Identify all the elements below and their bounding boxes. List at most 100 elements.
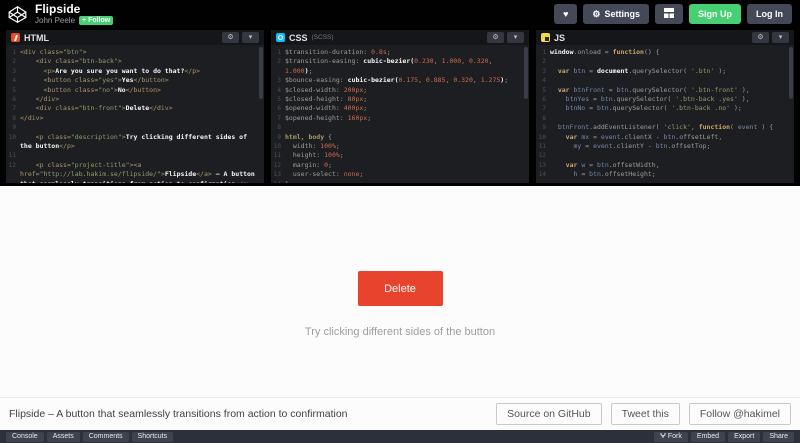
change-view-button[interactable] [655,4,683,24]
code-line[interactable]: 10 <p class="description">Try clicking d… [6,133,264,152]
love-button[interactable]: ♥ [554,4,577,24]
code-line[interactable]: 14 h = btn.offsetHeight; [536,170,794,179]
credits-bar: Flipside – A button that seamlessly tran… [0,397,800,430]
gear-icon: ⚙ [492,34,498,41]
line-number: 6 [6,95,20,104]
line-number: 4 [6,76,20,85]
code-line[interactable]: 10 var mx = event.clientX - btn.offsetLe… [536,133,794,142]
code-line[interactable]: 12 <p class="project-title"><a href="htt… [6,161,264,183]
code-line[interactable]: 2 [536,57,794,66]
code-line[interactable]: 11 my = event.clientY - btn.offsetTop; [536,142,794,151]
code-line[interactable]: 6 btnYes = btn.querySelector( '.btn-back… [536,95,794,104]
html-panel-icon [11,33,20,42]
code-line[interactable]: 1<div class="btn"> [6,48,264,57]
gear-icon: ⚙ [227,34,233,41]
result-preview: Delete Try clicking different sides of t… [0,186,800,430]
log-in-button[interactable]: Log In [747,4,792,24]
code-line[interactable]: 13 var w = btn.offsetWidth, [536,161,794,170]
css-settings-button[interactable]: ⚙ [487,32,504,43]
sign-up-button[interactable]: Sign Up [689,4,741,24]
delete-button[interactable]: Delete [358,271,443,306]
js-menu-button[interactable]: ▾ [772,32,789,43]
line-number: 5 [6,86,20,95]
code-line[interactable]: 4 <button class="yes">Yes</button> [6,76,264,85]
code-line[interactable]: 4 [536,76,794,85]
line-number: 12 [6,161,20,183]
fork-button[interactable]: Fork [654,432,688,442]
code-line[interactable]: 12 margin: 0; [271,161,529,170]
code-line[interactable]: 2 <div class="btn-back"> [6,57,264,66]
html-editor-panel: HTML ⚙ ▾ 1<div class="btn">2 <div class=… [6,30,264,183]
console-button[interactable]: Console [6,432,44,442]
css-code-area[interactable]: 1$transition-duration: 0.8s;2$transition… [271,45,529,183]
css-scrollbar[interactable] [524,47,528,99]
code-line[interactable]: 7 <div class="btn-front">Delete</div> [6,104,264,113]
code-line[interactable]: 13 user-select: none; [271,170,529,179]
code-line[interactable]: 8</div> [6,114,264,123]
source-on-github-button[interactable]: Source on GitHub [496,403,601,425]
tweet-this-button[interactable]: Tweet this [611,403,680,425]
export-button[interactable]: Export [728,432,760,442]
code-line[interactable]: 3 <p>Are you sure you want to do that?</… [6,67,264,76]
follow-button[interactable]: + Follow [79,16,113,25]
line-number: 4 [536,76,550,85]
code-line[interactable]: 3$bounce-easing: cubic-bezier(0.175, 0.8… [271,76,529,85]
line-number: 12 [271,161,285,170]
code-line[interactable]: 4$closed-width: 200px; [271,86,529,95]
code-line[interactable]: 2$transition-easing: cubic-bezier(0.230,… [271,57,529,76]
html-menu-button[interactable]: ▾ [242,32,259,43]
settings-button[interactable]: ⚙ Settings [583,4,649,24]
pen-title: Flipside [35,3,113,15]
share-button[interactable]: Share [763,432,794,442]
html-scrollbar[interactable] [259,47,263,99]
code-line[interactable]: 9html, body { [271,133,529,142]
line-number: 7 [271,114,285,123]
code-line[interactable]: 5 <button class="no">No</button> [6,86,264,95]
css-menu-button[interactable]: ▾ [507,32,524,43]
code-line[interactable]: 7$opened-height: 160px; [271,114,529,123]
fork-icon [660,432,666,441]
code-line[interactable]: 9 btnFront.addEventListener( 'click', fu… [536,123,794,132]
js-scrollbar[interactable] [789,47,793,99]
js-settings-button[interactable]: ⚙ [752,32,769,43]
line-number: 2 [6,57,20,66]
code-line[interactable]: 5 var btnFront = btn.querySelector( '.bt… [536,86,794,95]
code-line[interactable]: 8 [271,123,529,132]
code-line[interactable]: 7 btnNo = btn.querySelector( '.btn-back … [536,104,794,113]
code-line[interactable]: 6$opened-width: 400px; [271,104,529,113]
line-number: 1 [6,48,20,57]
comments-button[interactable]: Comments [83,432,129,442]
code-line[interactable]: 1$transition-duration: 0.8s; [271,48,529,57]
fork-label: Fork [668,433,682,440]
code-line[interactable]: 9 [6,123,264,132]
html-code-area[interactable]: 1<div class="btn">2 <div class="btn-back… [6,45,264,183]
follow-hakimel-button[interactable]: Follow @hakimel [689,403,791,425]
js-code-area[interactable]: 1window.onload = function() {2 3 var btn… [536,45,794,183]
css-panel-icon [276,33,285,42]
chevron-down-icon: ▾ [514,34,518,41]
code-line[interactable]: 8 [536,114,794,123]
code-line[interactable]: 11 height: 100%; [271,151,529,160]
line-number: 3 [271,76,285,85]
code-line[interactable]: 6 </div> [6,95,264,104]
html-panel-header: HTML ⚙ ▾ [6,30,264,45]
embed-button[interactable]: Embed [691,432,725,442]
html-settings-button[interactable]: ⚙ [222,32,239,43]
code-line[interactable]: 1window.onload = function() { [536,48,794,57]
pen-author[interactable]: John Peele [35,16,75,25]
code-line[interactable]: 5$closed-height: 80px; [271,95,529,104]
assets-button[interactable]: Assets [47,432,80,442]
code-line[interactable]: 3 var btn = document.querySelector( '.bt… [536,67,794,76]
codepen-logo-icon[interactable] [8,5,27,24]
line-number: 5 [536,86,550,95]
line-number: 6 [536,95,550,104]
line-number: 10 [6,133,20,152]
code-line[interactable]: 11 [6,151,264,160]
line-number: 11 [6,151,20,160]
code-line[interactable]: 12 [536,151,794,160]
credit-text: Flipside – A button that seamlessly tran… [9,408,348,420]
code-line[interactable]: 10 width: 100%; [271,142,529,151]
code-line[interactable]: 14} [271,180,529,183]
shortcuts-button[interactable]: Shortcuts [132,432,174,442]
line-number: 2 [271,57,285,76]
